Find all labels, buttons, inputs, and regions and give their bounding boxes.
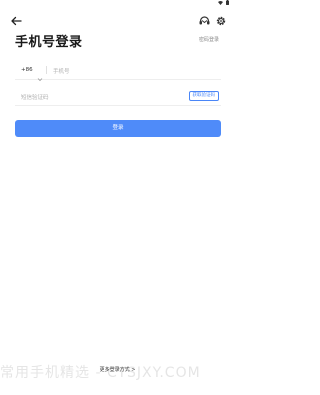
divider — [46, 66, 47, 74]
headset-icon — [199, 16, 210, 25]
wifi-icon — [218, 0, 223, 5]
back-arrow-icon — [11, 16, 22, 26]
status-bar — [0, 0, 235, 7]
page-title: 手机号登录 — [15, 35, 83, 50]
chevron-down-icon[interactable] — [37, 67, 43, 82]
status-icons — [218, 0, 229, 5]
settings-button[interactable] — [216, 11, 226, 30]
more-login-label: 更多登录方式 — [99, 367, 130, 373]
chevron-right-icon: > — [131, 367, 136, 373]
more-login-methods[interactable]: 更多登录方式 > — [0, 366, 235, 373]
get-code-button[interactable]: 获取验证码 — [188, 91, 219, 101]
login-button[interactable]: 登录 — [15, 120, 221, 137]
country-code-select[interactable]: +86 — [21, 67, 33, 73]
gear-icon — [216, 16, 226, 26]
phone-field: +86 手机号 — [15, 61, 221, 82]
battery-icon — [226, 0, 229, 5]
sms-code-field: 短信验证码 获取验证码 — [15, 87, 221, 106]
back-button[interactable] — [10, 11, 22, 26]
sms-code-input[interactable]: 短信验证码 — [21, 93, 49, 101]
phone-input[interactable]: 手机号 — [53, 67, 70, 75]
password-login-link[interactable]: 密码登录 — [199, 36, 219, 43]
top-right-actions — [199, 11, 226, 30]
headset-button[interactable] — [199, 11, 210, 30]
